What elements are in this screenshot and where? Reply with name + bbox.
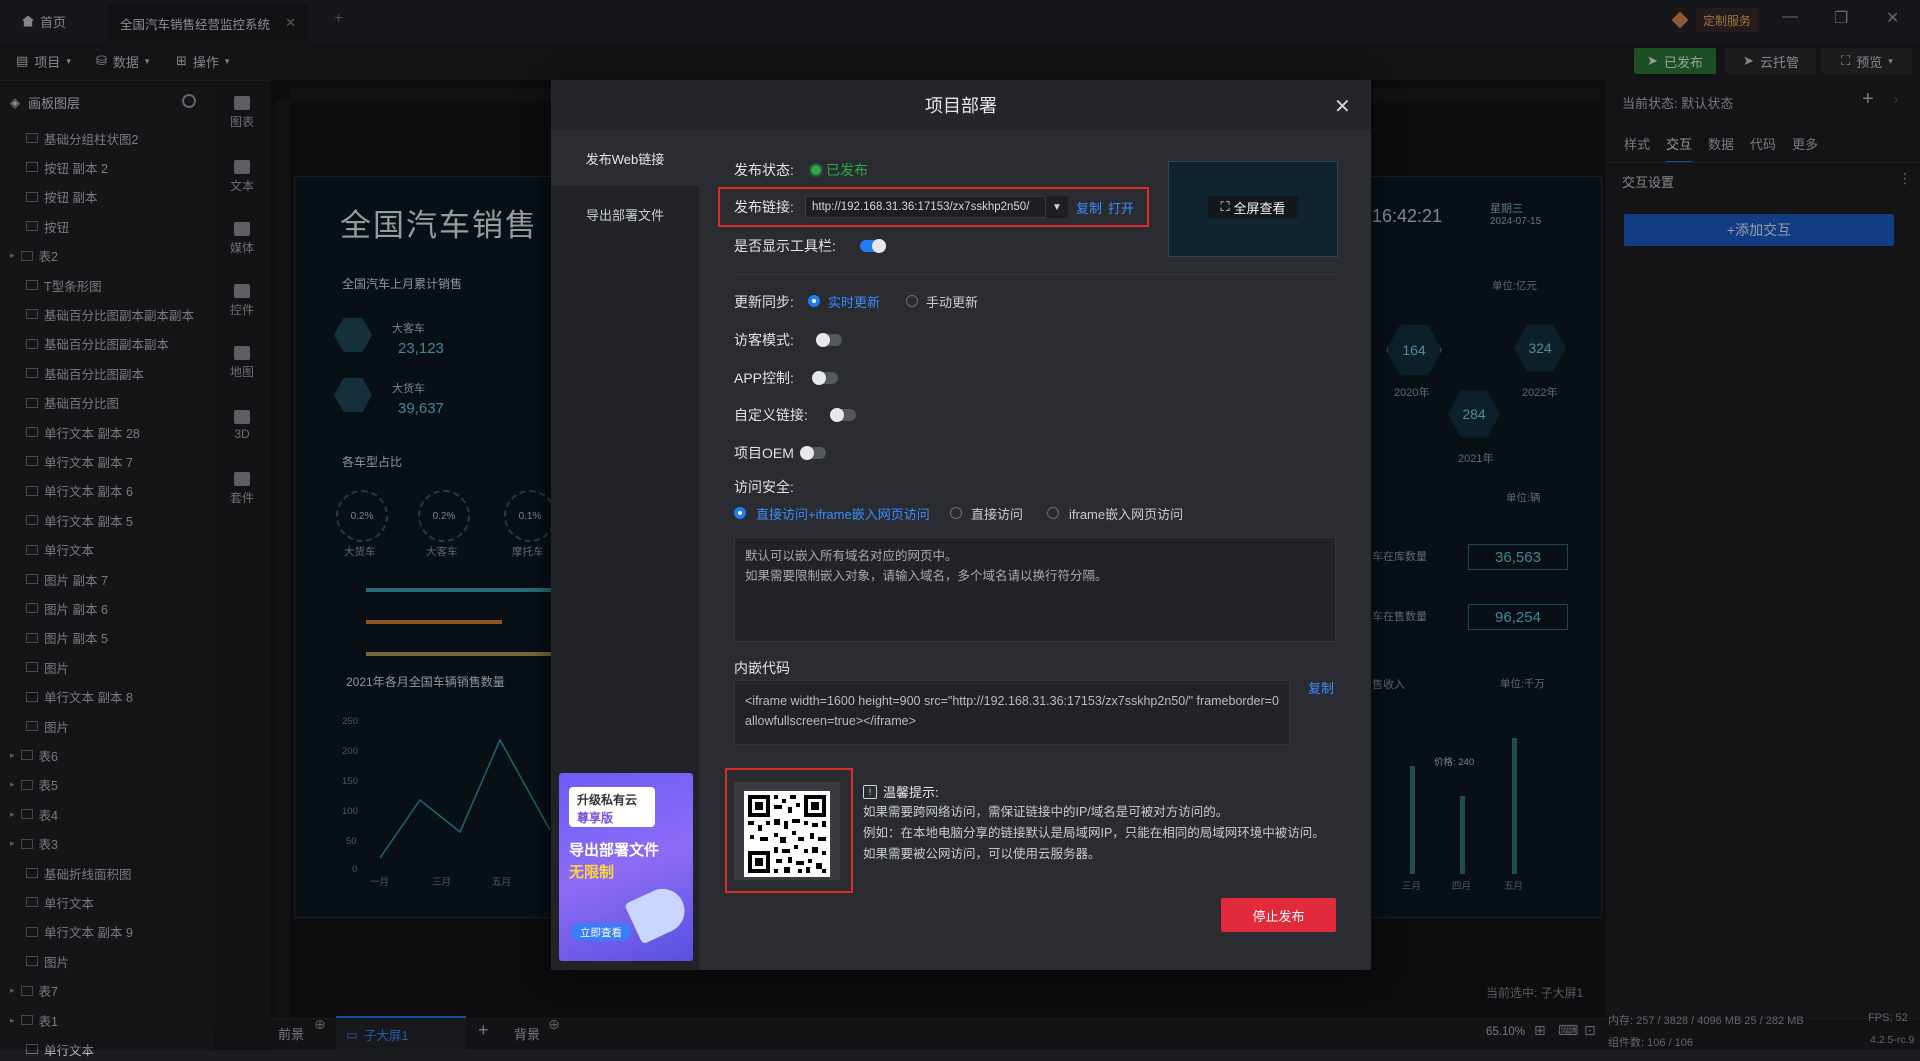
- sec-iframe-radio[interactable]: [1047, 507, 1059, 519]
- side-publish-web-link[interactable]: 发布Web链接: [551, 130, 699, 186]
- access-security-label: 访问安全:: [734, 479, 794, 495]
- copy-embed-button[interactable]: 复制: [1308, 678, 1334, 697]
- custom-link-label: 自定义链接:: [734, 407, 808, 423]
- toolbar-label: 是否显示工具栏:: [734, 238, 836, 254]
- ad-view-button[interactable]: 立即查看: [571, 923, 631, 941]
- publish-status-value: 已发布: [826, 162, 868, 178]
- modal-close-icon[interactable]: ✕: [1334, 94, 1351, 119]
- side-publish-label: 发布Web链接: [585, 151, 665, 167]
- visitor-mode-toggle[interactable]: [816, 333, 842, 347]
- textarea-line-1: 默认可以嵌入所有域名对应的网页中。: [745, 549, 958, 563]
- sec-both-label[interactable]: 直接访问+iframe嵌入网页访问: [756, 504, 930, 523]
- side-export-label: 导出部署文件: [585, 207, 664, 223]
- embed-code-value: <iframe width=1600 height=900 src="http:…: [745, 694, 1279, 728]
- section-divider: [734, 274, 1336, 275]
- visitor-mode-label: 访客模式:: [734, 332, 794, 348]
- ad-line-3: 导出部署文件: [569, 842, 660, 859]
- tip-line-3: 如果需要被公网访问，可以使用云服务器。: [863, 847, 1101, 861]
- textarea-line-2: 如果需要限制嵌入对象，请输入域名，多个域名请以换行符分隔。: [745, 569, 1108, 583]
- tip-title-label: 温馨提示:: [883, 785, 939, 800]
- tip-line-1: 如果需要跨网络访问，需保证链接中的IP/域名是可被对方访问的。: [863, 805, 1229, 819]
- megaphone-icon: [624, 881, 692, 945]
- link-dropdown-icon[interactable]: ▼: [1045, 196, 1068, 218]
- stop-publish-label: 停止发布: [1252, 908, 1305, 924]
- sec-iframe-label[interactable]: iframe嵌入网页访问: [1069, 504, 1183, 523]
- tip-line-2: 例如：在本地电脑分享的链接默认是局域网IP，只能在相同的局域网环境中被访问。: [863, 826, 1325, 840]
- publish-link-input[interactable]: http://192.168.31.36:17153/zx7sskhp2n50/: [805, 196, 1067, 218]
- fullscreen-view-button[interactable]: ⛶ 全屏查看: [1208, 196, 1298, 218]
- side-export-deploy-file[interactable]: 导出部署文件: [551, 186, 699, 242]
- sync-label: 更新同步:: [734, 294, 794, 310]
- sec-direct-label[interactable]: 直接访问: [971, 504, 1023, 523]
- upgrade-ad-banner[interactable]: 升级私有云 尊享版 导出部署文件 无限制 立即查看: [559, 773, 693, 961]
- custom-link-toggle[interactable]: [830, 408, 856, 422]
- app-control-toggle[interactable]: [812, 371, 838, 385]
- ad-line-4: 无限制: [569, 864, 615, 881]
- app-control-label: APP控制:: [734, 370, 794, 386]
- ad-view-label: 立即查看: [580, 926, 622, 939]
- tip-title: ! 温馨提示:: [863, 782, 939, 801]
- publish-status-label: 发布状态:: [734, 162, 794, 178]
- modal-title: 项目部署: [925, 96, 997, 116]
- sync-manual-label[interactable]: 手动更新: [926, 292, 978, 311]
- oem-toggle[interactable]: [800, 446, 826, 460]
- info-icon: !: [863, 784, 877, 799]
- sync-realtime-label[interactable]: 实时更新: [828, 292, 880, 311]
- publish-link-label: 发布链接:: [734, 199, 794, 215]
- qr-code-graphic: [748, 795, 826, 873]
- status-dot: [811, 165, 821, 175]
- stop-publish-button[interactable]: 停止发布: [1221, 898, 1336, 932]
- open-link-button[interactable]: 打开: [1108, 198, 1134, 217]
- expand-icon: ⛶: [1220, 199, 1230, 214]
- sync-manual-radio[interactable]: [906, 295, 918, 307]
- sec-direct-radio[interactable]: [950, 507, 962, 519]
- toolbar-toggle[interactable]: [860, 239, 886, 253]
- fullscreen-view-label: 全屏查看: [1233, 200, 1286, 216]
- ad-line-1: 升级私有云: [577, 793, 638, 807]
- tip-text: 如果需要跨网络访问，需保证链接中的IP/域名是可被对方访问的。 例如：在本地电脑…: [863, 802, 1333, 865]
- oem-label: 项目OEM: [734, 445, 794, 461]
- ad-line-2: 尊享版: [577, 811, 614, 825]
- publish-link-value: http://192.168.31.36:17153/zx7sskhp2n50/: [812, 201, 1030, 213]
- copy-link-button[interactable]: 复制: [1076, 198, 1102, 217]
- sec-both-radio[interactable]: [734, 507, 746, 519]
- qr-code: [744, 791, 830, 877]
- embed-code-box[interactable]: <iframe width=1600 height=900 src="http:…: [734, 680, 1290, 745]
- domain-whitelist-textarea[interactable]: 默认可以嵌入所有域名对应的网页中。 如果需要限制嵌入对象，请输入域名，多个域名请…: [734, 537, 1336, 642]
- sync-realtime-radio[interactable]: [808, 295, 820, 307]
- modal-header: 项目部署: [551, 80, 1371, 130]
- embed-code-label: 内嵌代码: [734, 660, 790, 676]
